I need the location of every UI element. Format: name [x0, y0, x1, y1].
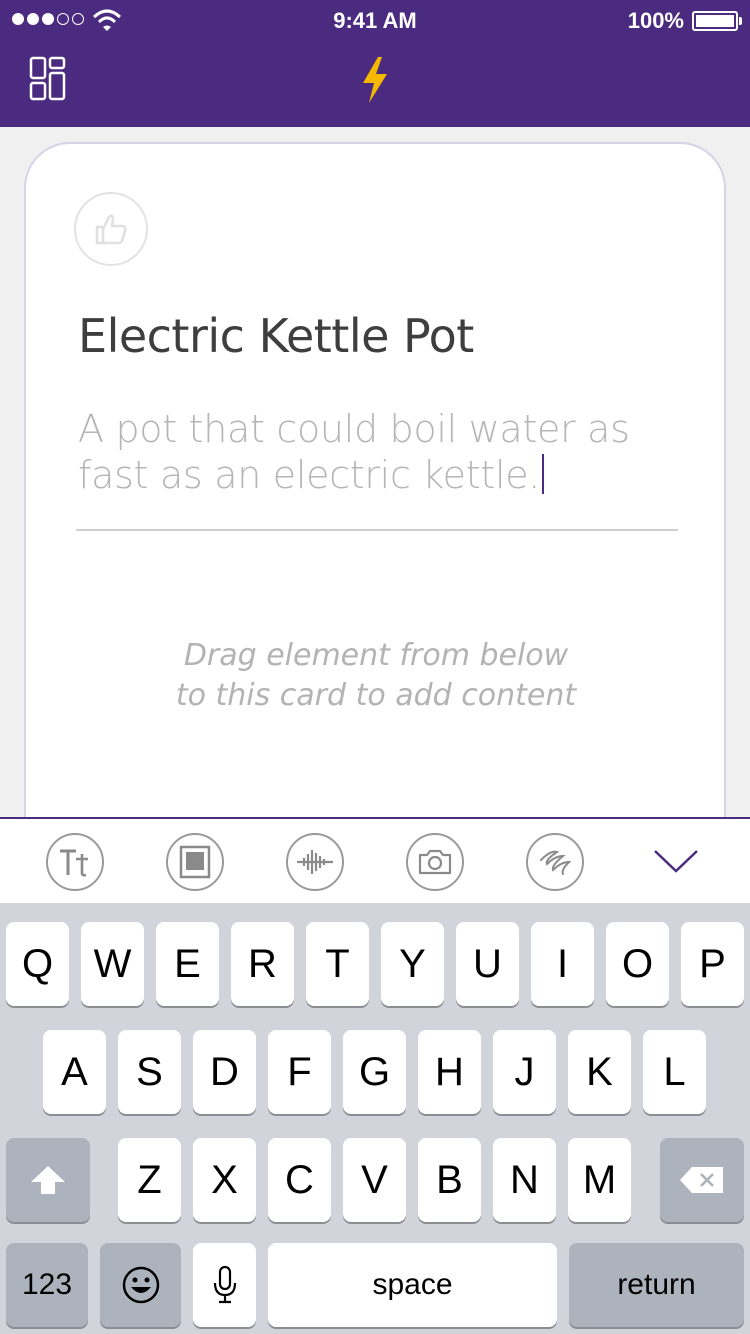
- key-m[interactable]: M: [568, 1138, 631, 1222]
- camera-tool-button[interactable]: [406, 833, 464, 891]
- key-k[interactable]: K: [568, 1030, 631, 1114]
- microphone-key[interactable]: [193, 1243, 256, 1327]
- key-o[interactable]: O: [606, 922, 669, 1006]
- key-z[interactable]: Z: [118, 1138, 181, 1222]
- thumbs-up-icon: [95, 214, 127, 245]
- audio-tool-button[interactable]: [286, 833, 344, 891]
- microphone-icon: [213, 1265, 236, 1304]
- key-j[interactable]: J: [493, 1030, 556, 1114]
- layout-grid-icon[interactable]: [28, 56, 68, 102]
- space-key[interactable]: space: [268, 1243, 557, 1327]
- key-n[interactable]: N: [493, 1138, 556, 1222]
- key-c[interactable]: C: [268, 1138, 331, 1222]
- description-divider: [76, 529, 678, 531]
- key-e[interactable]: E: [156, 922, 219, 1006]
- key-g[interactable]: G: [343, 1030, 406, 1114]
- key-h[interactable]: H: [418, 1030, 481, 1114]
- emoji-icon: [122, 1266, 159, 1304]
- emoji-key[interactable]: [100, 1243, 181, 1327]
- battery-icon: [692, 11, 742, 31]
- app-header: 9:41 AM 100%: [0, 0, 750, 127]
- numbers-key[interactable]: 123: [6, 1243, 88, 1327]
- delete-key[interactable]: [660, 1138, 744, 1222]
- drawing-tool-button[interactable]: [526, 833, 584, 891]
- text-tool-button[interactable]: [46, 833, 104, 891]
- battery-percent: 100%: [627, 8, 684, 33]
- return-key[interactable]: return: [569, 1243, 744, 1327]
- key-y[interactable]: Y: [381, 922, 444, 1006]
- key-l[interactable]: L: [643, 1030, 706, 1114]
- key-x[interactable]: X: [193, 1138, 256, 1222]
- shift-arrow-icon: [31, 1166, 65, 1194]
- element-toolbar: [0, 817, 750, 903]
- key-b[interactable]: B: [418, 1138, 481, 1222]
- key-t[interactable]: T: [306, 922, 369, 1006]
- key-d[interactable]: D: [193, 1030, 256, 1114]
- backspace-icon: [680, 1167, 723, 1193]
- scribble-icon: [540, 850, 572, 875]
- drop-hint: Drag element from below to this card to …: [175, 638, 577, 713]
- card-description-text: A pot that could boil water as fast as a…: [78, 407, 630, 497]
- chevron-down-icon[interactable]: [650, 841, 702, 881]
- key-p[interactable]: P: [681, 922, 744, 1006]
- status-bar: 9:41 AM 100%: [0, 0, 750, 44]
- keyboard: Q W E R T Y U I O P A S D F G H J K L Z …: [0, 903, 750, 1334]
- key-u[interactable]: U: [456, 922, 519, 1006]
- image-tool-button[interactable]: [166, 833, 224, 891]
- like-button[interactable]: [74, 192, 148, 266]
- key-w[interactable]: W: [81, 922, 144, 1006]
- key-i[interactable]: I: [531, 922, 594, 1006]
- card-description-input[interactable]: A pot that could boil water as fast as a…: [78, 406, 688, 498]
- audio-wave-icon: [297, 850, 333, 874]
- card-title[interactable]: Electric Kettle Pot: [78, 309, 474, 363]
- key-f[interactable]: F: [268, 1030, 331, 1114]
- key-a[interactable]: A: [43, 1030, 106, 1114]
- image-frame-icon: [179, 845, 211, 879]
- camera-icon: [418, 849, 452, 875]
- key-q[interactable]: Q: [6, 922, 69, 1006]
- shift-key[interactable]: [6, 1138, 90, 1222]
- lightning-bolt-icon[interactable]: [358, 56, 392, 104]
- key-r[interactable]: R: [231, 922, 294, 1006]
- text-format-icon: [60, 849, 88, 877]
- key-s[interactable]: S: [118, 1030, 181, 1114]
- idea-card[interactable]: Electric Kettle Pot A pot that could boi…: [24, 142, 726, 862]
- key-v[interactable]: V: [343, 1138, 406, 1222]
- text-cursor: [542, 454, 545, 494]
